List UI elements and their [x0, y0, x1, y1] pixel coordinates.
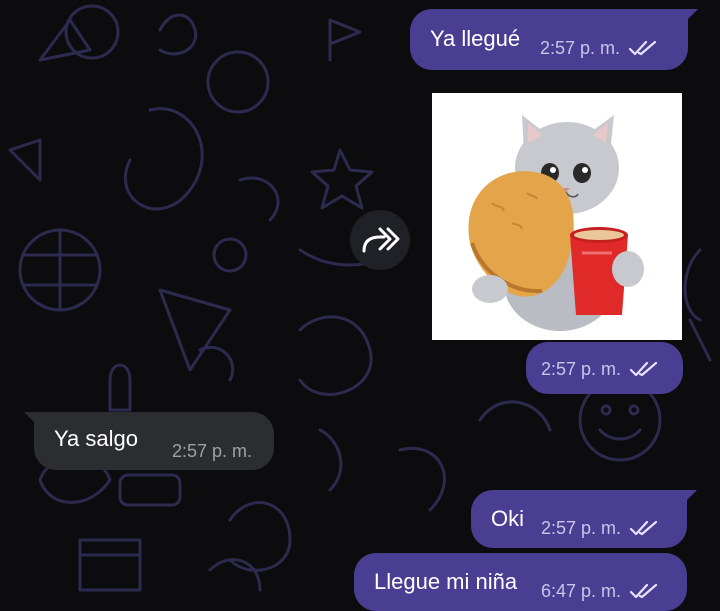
message-time: 2:57 p. m.: [540, 38, 621, 58]
message-bubble-incoming[interactable]: Ya salgo 2:57 p. m.: [34, 412, 274, 470]
message-bubble-outgoing[interactable]: Ya llegué 2:57 p. m.: [410, 9, 688, 70]
bubble-tail: [680, 9, 698, 25]
message-meta: 2:57 p. m.: [541, 359, 659, 379]
double-check-icon: [628, 40, 657, 56]
message-meta: 6:47 p. m.: [541, 581, 659, 601]
bubble-tail: [679, 490, 697, 506]
message-bubble-outgoing[interactable]: Llegue mi niña 6:47 p. m.: [354, 553, 687, 611]
message-meta: 2:57 p. m.: [540, 38, 658, 58]
cat-sticker[interactable]: [432, 93, 682, 340]
message-text: Llegue mi niña: [374, 569, 518, 594]
message-time: 2:57 p. m.: [541, 518, 622, 538]
message-bubble-outgoing[interactable]: 2:57 p. m.: [526, 342, 683, 394]
message-bubble-outgoing[interactable]: Oki 2:57 p. m.: [471, 490, 687, 548]
message-text: Ya salgo: [54, 426, 138, 451]
message-time: 2:57 p. m.: [172, 441, 253, 461]
message-time: 6:47 p. m.: [541, 581, 622, 601]
forward-arrow-icon: [362, 227, 400, 253]
message-meta: 2:57 p. m.: [172, 441, 252, 461]
forward-button[interactable]: [350, 210, 410, 270]
message-text: Ya llegué: [430, 26, 521, 51]
double-check-icon: [629, 361, 658, 377]
message-time: 2:57 p. m.: [541, 359, 622, 379]
message-text: Oki: [491, 506, 524, 531]
double-check-icon: [629, 520, 658, 536]
cat-sticker-image: [468, 115, 644, 331]
message-meta: 2:57 p. m.: [541, 518, 659, 538]
double-check-icon: [629, 583, 658, 599]
bubble-tail: [24, 412, 42, 428]
